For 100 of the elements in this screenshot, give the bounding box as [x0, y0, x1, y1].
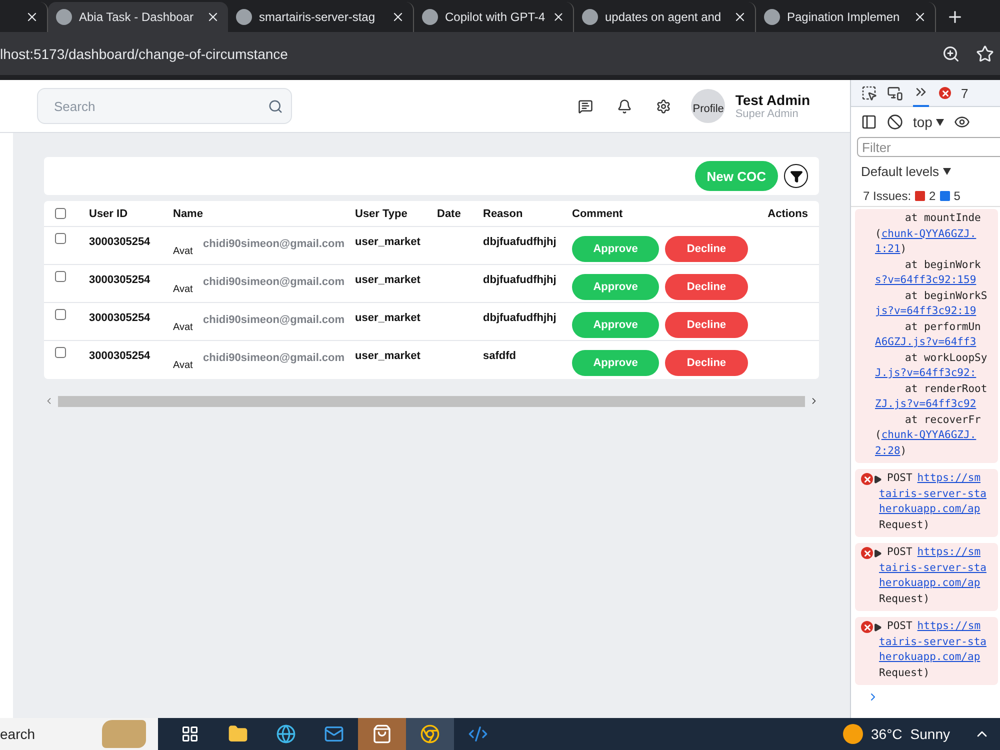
- row-checkbox[interactable]: [55, 309, 66, 320]
- search-input[interactable]: Search: [52, 98, 268, 114]
- request-link[interactable]: herokuapp.com/ap: [879, 503, 980, 515]
- request-link[interactable]: tairis-server-sta: [879, 488, 986, 500]
- filter-field[interactable]: Filter: [857, 137, 1000, 157]
- error-icon: [939, 87, 951, 99]
- decline-button[interactable]: Decline: [665, 236, 748, 262]
- request-link[interactable]: tairis-server-sta: [879, 562, 986, 574]
- request-link[interactable]: https://sm: [917, 545, 981, 560]
- request-link[interactable]: https://sm: [917, 471, 981, 486]
- column-header: Name: [173, 208, 204, 220]
- weather-label: Sunny: [910, 726, 950, 742]
- close-icon[interactable]: [25, 10, 39, 24]
- request-link[interactable]: https://sm: [917, 619, 981, 634]
- favicon-icon: [422, 9, 438, 25]
- source-link[interactable]: A6GZJ.js?v=64ff3: [875, 336, 976, 348]
- console-line: at recoverFr: [904, 412, 982, 428]
- decline-button[interactable]: Decline: [665, 350, 748, 376]
- scrollbar-thumb[interactable]: [58, 396, 805, 406]
- expand-icon[interactable]: [873, 623, 882, 632]
- caret-icon[interactable]: [943, 168, 952, 174]
- expand-icon[interactable]: [873, 549, 882, 558]
- reason-cell-text: dbjfuafudfhjhj: [483, 273, 558, 286]
- search-field[interactable]: Search: [37, 88, 292, 124]
- reason-cell-text: dbjfuafudfhjhj: [483, 235, 558, 248]
- console-line: 1:21): [875, 242, 908, 257]
- levels-dropdown[interactable]: Default levels: [861, 164, 940, 178]
- email-cell-text: chidi90simeon@gmail.com: [203, 313, 345, 326]
- column-header: User ID: [89, 208, 129, 220]
- user-type-cell-text: user_market: [355, 349, 422, 362]
- method-label: POST: [887, 471, 912, 486]
- source-link[interactable]: J.js?v=64ff3c92:: [875, 367, 976, 379]
- console-line: Request): [879, 518, 931, 532]
- user-name: Test Admin: [735, 92, 810, 108]
- clear-icon[interactable]: [887, 114, 903, 130]
- user-id-cell-text: 3000305254: [89, 349, 152, 362]
- store-icon[interactable]: [358, 718, 406, 750]
- favicon-icon: [236, 9, 252, 25]
- user-id-cell-text: 3000305254: [89, 235, 152, 248]
- row-checkbox[interactable]: [55, 271, 66, 282]
- error-icon: [915, 190, 926, 200]
- decline-button[interactable]: Decline: [665, 274, 748, 300]
- expand-icon[interactable]: [873, 475, 882, 484]
- decline-button[interactable]: Decline: [665, 312, 748, 338]
- close-icon[interactable]: [913, 10, 927, 24]
- source-link[interactable]: chunk-QYYA6GZJ.: [881, 228, 976, 240]
- close-icon[interactable]: [733, 10, 747, 24]
- method-label: POST: [887, 545, 912, 560]
- avatar-image: Avat: [173, 245, 193, 257]
- chat-icon[interactable]: [578, 98, 594, 114]
- new-tab-icon[interactable]: [946, 8, 964, 26]
- settings-icon[interactable]: [656, 98, 672, 114]
- user-id-cell-text: 3000305254: [89, 273, 152, 286]
- user-type-cell-text: user_market: [355, 273, 422, 286]
- profile-image: Profile: [691, 89, 726, 123]
- email-cell-text: chidi90simeon@gmail.com: [203, 275, 345, 288]
- zoom-icon[interactable]: [942, 44, 960, 62]
- select-all-checkbox[interactable]: [55, 208, 66, 219]
- source-link[interactable]: s?v=64ff3c92:159: [875, 274, 976, 286]
- message-icon: [940, 190, 950, 200]
- context-select[interactable]: top: [913, 114, 932, 130]
- close-icon[interactable]: [206, 10, 220, 24]
- source-link[interactable]: ZJ.js?v=64ff3c92: [875, 398, 976, 410]
- filter-button[interactable]: [784, 164, 808, 188]
- inspect-icon[interactable]: [861, 85, 877, 101]
- request-link[interactable]: tairis-server-sta: [879, 636, 986, 648]
- error-count[interactable]: 7: [961, 86, 968, 100]
- row-checkbox[interactable]: [55, 347, 66, 358]
- request-link[interactable]: herokuapp.com/ap: [879, 577, 980, 589]
- device-icon[interactable]: [887, 85, 903, 101]
- caret-icon[interactable]: [936, 118, 944, 126]
- favicon-icon: [582, 9, 598, 25]
- source-link[interactable]: 2:28: [875, 444, 900, 456]
- taskbar-search[interactable]: earch: [0, 718, 158, 750]
- favicon-icon: [56, 9, 72, 25]
- reason-cell-text: dbjfuafudfhjhj: [483, 311, 558, 324]
- error-icon: [861, 473, 873, 485]
- method-label: POST: [887, 619, 912, 634]
- avatar-image: Avat: [173, 359, 193, 371]
- row-checkbox[interactable]: [55, 233, 66, 244]
- console-line: (chunk-QYYA6GZJ.: [875, 428, 978, 443]
- star-icon[interactable]: [976, 44, 994, 62]
- close-icon[interactable]: [552, 10, 565, 24]
- sidebar-icon[interactable]: [861, 114, 877, 130]
- illustration-placeholder: [102, 720, 146, 748]
- source-link[interactable]: js?v=64ff3c92:19: [875, 305, 976, 317]
- column-header: Reason: [483, 208, 524, 220]
- console-line: at beginWorkS: [904, 288, 988, 304]
- browser-tab[interactable]: Abia Task - Dashboar: [48, 2, 228, 32]
- bell-icon[interactable]: [617, 98, 632, 114]
- column-header: Date: [437, 208, 462, 220]
- source-link[interactable]: 1:21: [875, 243, 900, 255]
- user-role: Super Admin: [735, 108, 800, 120]
- source-link[interactable]: chunk-QYYA6GZJ.: [881, 429, 976, 441]
- email-cell-text: chidi90simeon@gmail.com: [203, 351, 345, 364]
- close-icon[interactable]: [391, 10, 405, 24]
- temperature: 36°C: [871, 726, 902, 742]
- eye-icon[interactable]: [954, 114, 970, 130]
- search-icon[interactable]: [268, 98, 283, 114]
- request-link[interactable]: herokuapp.com/ap: [879, 651, 980, 663]
